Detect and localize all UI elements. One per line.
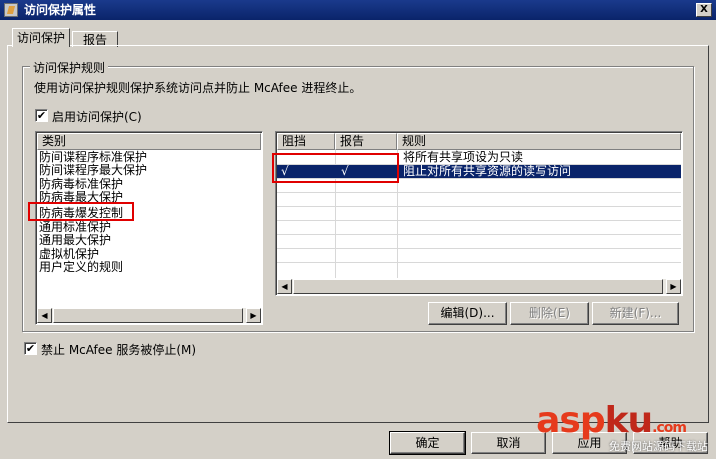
highlight-box-category: [28, 202, 134, 221]
watermark-brand-b: ku: [604, 400, 654, 441]
app-icon: [4, 3, 18, 17]
highlight-box-rule: [272, 153, 399, 183]
ok-button[interactable]: 确定: [389, 431, 466, 455]
close-button[interactable]: X: [696, 3, 712, 17]
tab-panel: [7, 45, 709, 423]
watermark-tld: .com: [652, 420, 687, 436]
title-bar: 访问保护属性 X: [0, 0, 716, 20]
tab-label: 访问保护: [16, 31, 65, 45]
tab-access-protection[interactable]: 访问保护: [12, 28, 70, 47]
cancel-button[interactable]: 取消: [471, 432, 546, 454]
watermark-brand-a: asp: [536, 400, 605, 441]
watermark-subtitle: 免费网站源码下载站: [609, 440, 708, 453]
window-title: 访问保护属性: [24, 3, 97, 17]
watermark-logo: aspku.com: [536, 400, 687, 441]
